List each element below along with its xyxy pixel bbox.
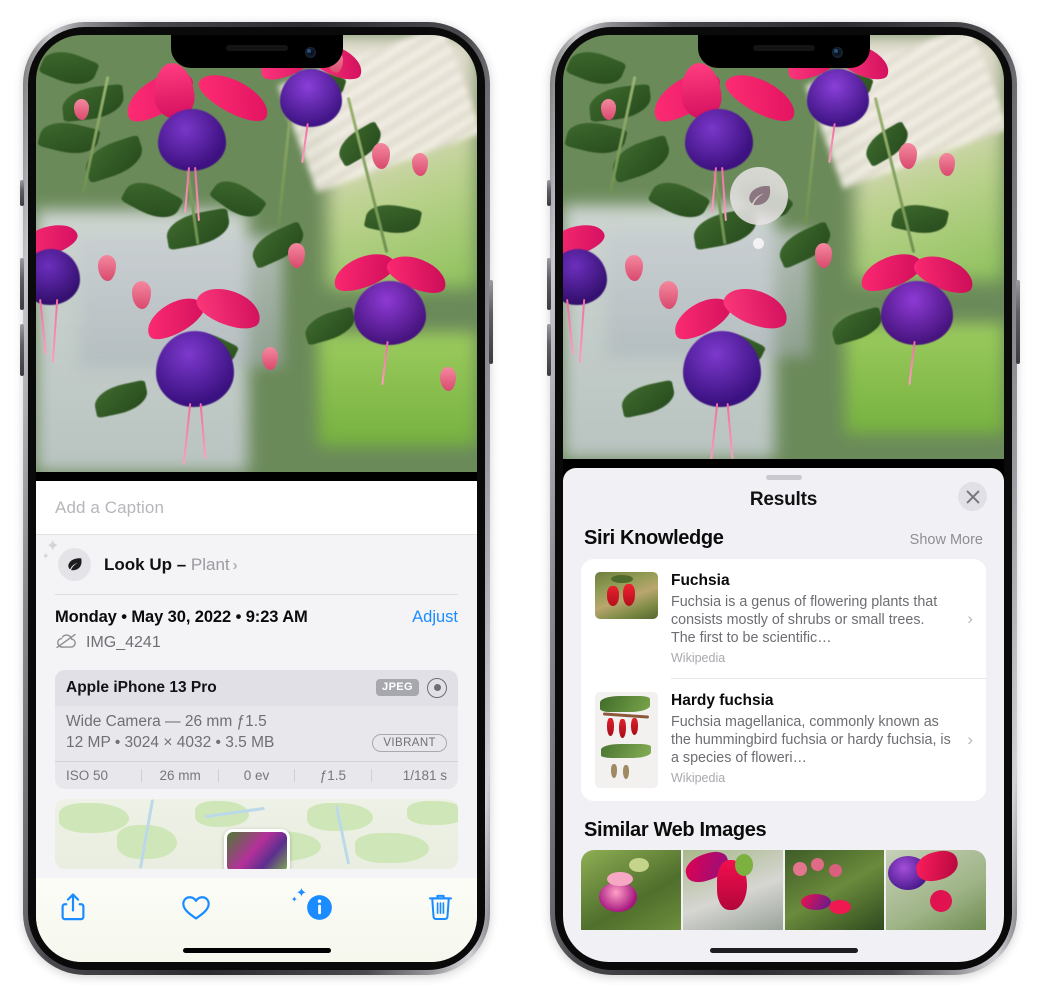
knowledge-row[interactable]: Hardy fuchsia Fuchsia magellanica, commo…	[581, 679, 986, 801]
volume-up-button[interactable]	[547, 258, 551, 310]
knowledge-row[interactable]: Fuchsia Fuchsia is a genus of flowering …	[581, 559, 986, 678]
photo-date: Monday • May 30, 2022 • 9:23 AM	[55, 607, 308, 626]
results-sheet: Results Siri Knowledge Show More Fuchsia…	[563, 468, 1004, 962]
exif-stat-focal: 26 mm	[159, 768, 201, 783]
visual-look-up-badge[interactable]	[730, 167, 788, 225]
volume-up-button[interactable]	[20, 258, 24, 310]
chevron-right-icon: ›	[232, 556, 238, 574]
look-up-subject: Plant	[190, 554, 230, 574]
flower-corolla	[354, 281, 426, 345]
exif-stats-row: ISO 50 26 mm 0 ev ƒ1.5 1/181 s	[55, 761, 458, 789]
trash-icon[interactable]	[428, 893, 453, 921]
sparkle-icon: ✦	[42, 551, 50, 561]
location-map[interactable]	[55, 799, 458, 869]
knowledge-thumbnail	[595, 572, 658, 619]
size-info: 12 MP • 3024 × 4032 • 3.5 MB	[66, 733, 275, 751]
style-badge: VIBRANT	[372, 733, 447, 752]
look-up-row[interactable]: ✦ ✦ Look Up – Plant ›	[36, 535, 477, 594]
exif-stat-shutter: 1/181 s	[402, 768, 448, 783]
home-indicator[interactable]	[182, 948, 331, 953]
format-badge: JPEG	[376, 679, 419, 696]
results-title: Results	[749, 489, 818, 510]
visual-look-up-anchor-dot	[753, 238, 764, 249]
web-image-thumbnail[interactable]	[682, 849, 783, 930]
web-image-thumbnail[interactable]	[886, 849, 986, 930]
flower-corolla	[158, 109, 226, 171]
power-button[interactable]	[489, 280, 493, 364]
knowledge-title: Fuchsia	[671, 572, 730, 589]
exif-card-header: Apple iPhone 13 Pro JPEG	[55, 669, 458, 706]
left-phone-device: Add a Caption ✦ ✦ Look Up – Plant › Monda…	[20, 22, 493, 975]
chevron-right-icon: ›	[967, 608, 973, 628]
knowledge-description: Fuchsia is a genus of flowering plants t…	[671, 593, 938, 647]
sparkle-icon: ✦	[291, 894, 298, 904]
right-phone-screen: Results Siri Knowledge Show More Fuchsia…	[563, 35, 1004, 962]
exif-stat-aperture: ƒ1.5	[319, 768, 347, 783]
close-icon[interactable]	[958, 482, 987, 511]
photo-viewer[interactable]	[36, 35, 477, 472]
front-camera-icon	[831, 47, 843, 58]
flower-corolla	[280, 69, 342, 127]
siri-knowledge-header: Siri Knowledge Show More	[563, 525, 1004, 559]
flower-corolla	[685, 109, 753, 171]
earpiece-speaker	[225, 45, 288, 51]
camera-device: Apple iPhone 13 Pro	[66, 678, 217, 696]
leaf-icon: ✦ ✦	[42, 539, 91, 581]
photo-viewer[interactable]	[563, 35, 1004, 459]
power-button[interactable]	[1016, 280, 1020, 364]
photo-grass	[318, 332, 477, 446]
cloud-slash-icon	[55, 633, 77, 654]
siri-knowledge-list: Fuchsia Fuchsia is a genus of flowering …	[581, 559, 986, 801]
look-up-label: Look Up – Plant ›	[104, 555, 238, 575]
info-sparkle-icon[interactable]: ✦ ✦	[291, 886, 333, 921]
photo-metadata: Monday • May 30, 2022 • 9:23 AM Adjust I…	[36, 595, 477, 662]
left-phone-screen: Add a Caption ✦ ✦ Look Up – Plant › Monda…	[36, 35, 477, 962]
similar-web-images-grid	[581, 849, 986, 930]
knowledge-thumbnail	[595, 691, 658, 788]
lens-info: Wide Camera — 26 mm ƒ1.5	[66, 712, 267, 730]
show-more-button[interactable]: Show More	[910, 532, 983, 548]
right-phone-device: Results Siri Knowledge Show More Fuchsia…	[547, 22, 1020, 975]
earpiece-speaker	[752, 45, 815, 51]
notch	[697, 35, 870, 68]
knowledge-source: Wikipedia	[671, 651, 726, 666]
flower-corolla	[156, 331, 234, 407]
silent-switch[interactable]	[20, 180, 24, 206]
exif-card[interactable]: Apple iPhone 13 Pro JPEG Wide Camera — 2…	[55, 669, 458, 789]
similar-web-images-header: Similar Web Images	[563, 801, 1004, 850]
volume-down-button[interactable]	[547, 324, 551, 376]
knowledge-source: Wikipedia	[671, 771, 726, 786]
caption-input[interactable]: Add a Caption	[36, 481, 477, 535]
home-indicator[interactable]	[709, 948, 858, 953]
silent-switch[interactable]	[547, 180, 551, 206]
screenshot-canvas: Add a Caption ✦ ✦ Look Up – Plant › Monda…	[0, 0, 1055, 985]
chevron-right-icon: ›	[967, 729, 973, 749]
knowledge-title: Hardy fuchsia	[671, 691, 774, 709]
adjust-button[interactable]: Adjust	[412, 608, 458, 627]
share-icon[interactable]	[60, 892, 86, 922]
flower-corolla	[881, 281, 953, 345]
volume-down-button[interactable]	[20, 324, 24, 376]
aperture-icon	[427, 677, 447, 698]
photo-info-sheet: Add a Caption ✦ ✦ Look Up – Plant › Monda…	[36, 481, 477, 962]
notch	[170, 35, 343, 68]
flower-corolla	[683, 331, 761, 407]
leaf-icon	[749, 186, 771, 206]
siri-knowledge-title: Siri Knowledge	[584, 527, 724, 549]
photo-filename: IMG_4241	[86, 634, 161, 651]
exif-card-body: Wide Camera — 26 mm ƒ1.5 12 MP • 3024 × …	[55, 706, 458, 762]
web-image-thumbnail[interactable]	[784, 849, 885, 930]
front-camera-icon	[304, 47, 316, 58]
exif-stat-ev: 0 ev	[243, 768, 270, 783]
results-header: Results	[563, 480, 1004, 525]
flower-corolla	[807, 69, 869, 127]
heart-icon[interactable]	[181, 894, 211, 921]
photo-pin[interactable]	[223, 829, 290, 869]
look-up-title: Look Up –	[104, 554, 191, 574]
similar-web-images-title: Similar Web Images	[584, 818, 767, 841]
exif-stat-iso: ISO 50	[66, 768, 109, 783]
web-image-thumbnail[interactable]	[581, 849, 681, 930]
knowledge-description: Fuchsia magellanica, commonly known as t…	[671, 713, 951, 767]
